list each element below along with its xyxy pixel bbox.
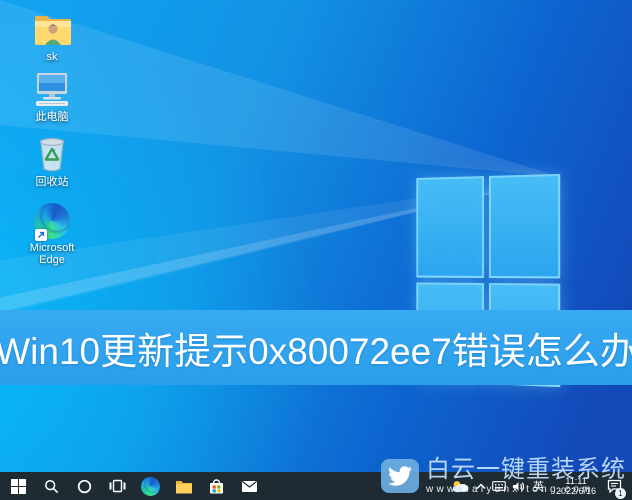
shortcut-arrow-icon	[35, 229, 47, 241]
cortana-button[interactable]	[68, 472, 101, 500]
desktop-icon-label: sk	[10, 51, 94, 63]
taskbar-buttons	[0, 472, 266, 500]
store-bag-icon	[208, 478, 225, 495]
search-icon	[44, 479, 59, 494]
file-explorer-button[interactable]	[167, 472, 200, 500]
cortana-circle-icon	[77, 479, 92, 494]
desktop-icon-label: 回收站	[10, 176, 94, 188]
window-pane	[416, 176, 484, 277]
edge-logo-icon	[10, 199, 94, 239]
watermark-title: 白云一键重装系统	[426, 457, 626, 482]
edge-logo-icon	[141, 477, 160, 496]
watermark-url: www.baiyunxitong.com	[426, 484, 626, 495]
edge-taskbar-button[interactable]	[134, 472, 167, 500]
start-button[interactable]	[2, 472, 35, 500]
windows-desktop: Win10更新提示0x80072ee7错误怎么办 sk	[0, 0, 632, 500]
computer-monitor-icon	[10, 68, 94, 108]
desktop-icon-user-folder[interactable]: sk	[10, 8, 94, 63]
search-button[interactable]	[35, 472, 68, 500]
task-view-icon	[109, 479, 126, 493]
banner-title: Win10更新提示0x80072ee7错误怎么办	[0, 321, 632, 375]
recycle-bin-icon	[10, 133, 94, 173]
store-button[interactable]	[200, 472, 233, 500]
twitter-bird-icon	[381, 459, 419, 493]
title-banner: Win10更新提示0x80072ee7错误怎么办	[0, 310, 632, 385]
user-folder-icon	[10, 8, 94, 48]
watermark-text: 白云一键重装系统 www.baiyunxitong.com	[426, 457, 626, 495]
task-view-button[interactable]	[101, 472, 134, 500]
watermark: 白云一键重装系统 www.baiyunxitong.com	[381, 457, 626, 495]
desktop-icon-edge[interactable]: Microsoft Edge	[10, 199, 94, 266]
window-pane	[489, 174, 560, 278]
desktop-icon-label: 此电脑	[10, 111, 94, 123]
folder-icon	[175, 479, 193, 494]
windows-logo-icon	[11, 479, 26, 494]
mail-envelope-icon	[241, 479, 258, 493]
mail-button[interactable]	[233, 472, 266, 500]
desktop-icon-recycle-bin[interactable]: 回收站	[10, 133, 94, 188]
desktop-icon-this-pc[interactable]: 此电脑	[10, 68, 94, 123]
desktop-icon-label: Microsoft Edge	[22, 242, 82, 266]
